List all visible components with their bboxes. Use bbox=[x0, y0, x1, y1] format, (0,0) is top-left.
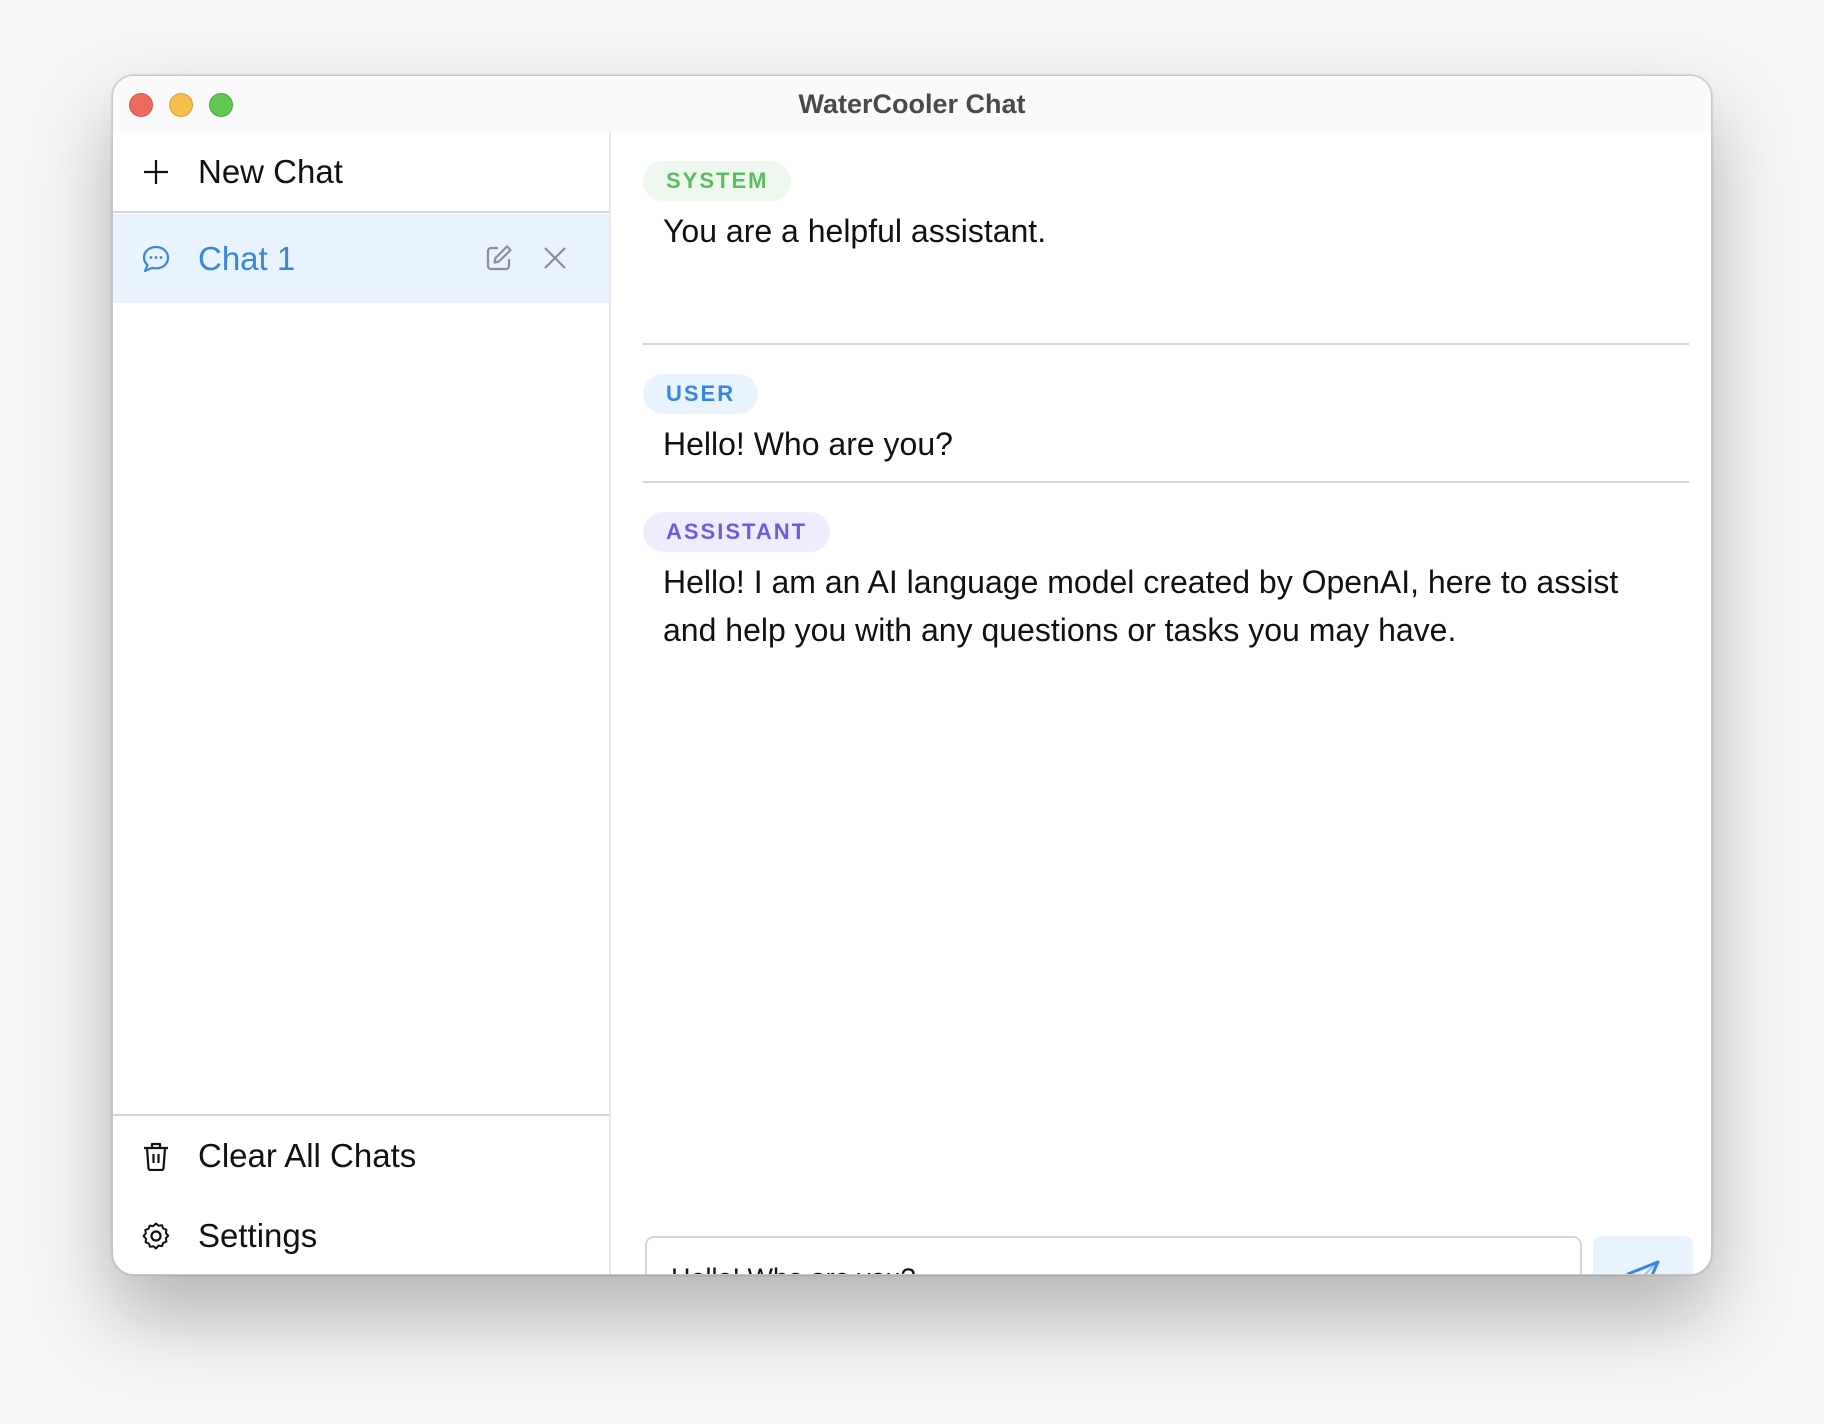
role-badge-assistant: ASSISTANT bbox=[643, 512, 831, 552]
message-text: Hello! I am an AI language model created… bbox=[663, 564, 1619, 648]
role-badge-system: SYSTEM bbox=[643, 161, 792, 201]
app-window: WaterCooler Chat New Chat Chat 1 Clear A… bbox=[112, 75, 1712, 1275]
message-text: You are a helpful assistant. bbox=[663, 213, 1047, 249]
clear-all-chats-button[interactable]: Clear All Chats bbox=[113, 1116, 609, 1196]
sidebar-item-chat-1[interactable]: Chat 1 bbox=[113, 214, 609, 303]
chat-title: Chat 1 bbox=[198, 239, 296, 277]
sidebar-footer: Clear All Chats Settings bbox=[113, 1114, 609, 1274]
settings-label: Settings bbox=[198, 1217, 318, 1254]
trash-icon bbox=[139, 1139, 173, 1173]
window-title: WaterCooler Chat bbox=[798, 89, 1026, 119]
chat-bubble-icon bbox=[139, 242, 173, 276]
message-user: USER Hello! Who are you? bbox=[643, 374, 1689, 483]
chat-panel: SYSTEM You are a helpful assistant. USER… bbox=[613, 132, 1711, 1274]
settings-button[interactable]: Settings bbox=[113, 1196, 609, 1274]
clear-all-chats-label: Clear All Chats bbox=[198, 1137, 417, 1174]
edit-icon[interactable] bbox=[482, 241, 516, 275]
send-button[interactable] bbox=[1593, 1236, 1693, 1274]
sidebar: New Chat Chat 1 Clear All Chats Settings bbox=[113, 132, 611, 1274]
message-text: Hello! Who are you? bbox=[663, 426, 953, 462]
title-bar: WaterCooler Chat bbox=[113, 76, 1711, 132]
role-badge-user: USER bbox=[643, 374, 759, 414]
close-icon[interactable] bbox=[538, 241, 572, 275]
plus-icon bbox=[139, 155, 173, 189]
send-icon bbox=[1624, 1258, 1662, 1274]
gear-icon bbox=[139, 1219, 173, 1253]
message-system: SYSTEM You are a helpful assistant. bbox=[643, 161, 1689, 345]
message-input[interactable] bbox=[645, 1236, 1582, 1274]
new-chat-button[interactable]: New Chat bbox=[113, 132, 609, 213]
new-chat-label: New Chat bbox=[198, 152, 343, 190]
message-assistant: ASSISTANT Hello! I am an AI language mod… bbox=[643, 512, 1651, 654]
